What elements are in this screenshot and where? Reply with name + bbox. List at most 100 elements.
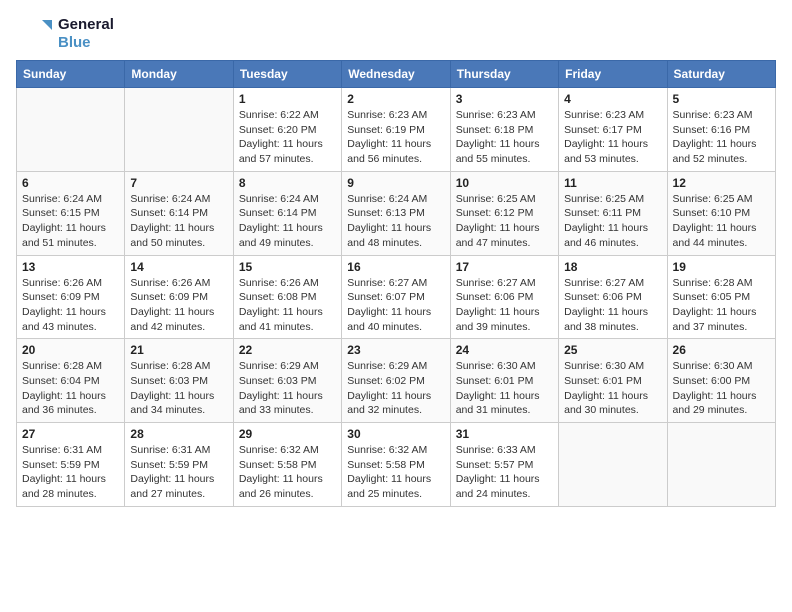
day-info: Sunrise: 6:32 AMSunset: 5:58 PMDaylight:…	[239, 443, 336, 502]
col-header-tuesday: Tuesday	[233, 61, 341, 88]
day-number: 1	[239, 92, 336, 106]
day-number: 5	[673, 92, 770, 106]
calendar-cell: 16 Sunrise: 6:27 AMSunset: 6:07 PMDayligh…	[342, 255, 450, 339]
col-header-saturday: Saturday	[667, 61, 775, 88]
day-number: 28	[130, 427, 227, 441]
day-number: 8	[239, 176, 336, 190]
day-number: 22	[239, 343, 336, 357]
day-number: 23	[347, 343, 444, 357]
day-info: Sunrise: 6:24 AMSunset: 6:14 PMDaylight:…	[130, 192, 227, 251]
day-info: Sunrise: 6:33 AMSunset: 5:57 PMDaylight:…	[456, 443, 553, 502]
day-info: Sunrise: 6:31 AMSunset: 5:59 PMDaylight:…	[22, 443, 119, 502]
calendar-cell: 13 Sunrise: 6:26 AMSunset: 6:09 PMDayligh…	[17, 255, 125, 339]
calendar-cell: 5 Sunrise: 6:23 AMSunset: 6:16 PMDaylight…	[667, 88, 775, 172]
day-number: 25	[564, 343, 661, 357]
calendar-cell: 4Sunrise: 6:23 AMSunset: 6:17 PMDaylight…	[559, 88, 667, 172]
calendar-cell	[125, 88, 233, 172]
col-header-monday: Monday	[125, 61, 233, 88]
day-number: 18	[564, 260, 661, 274]
day-info: Sunrise: 6:31 AMSunset: 5:59 PMDaylight:…	[130, 443, 227, 502]
page-header: General Blue	[16, 16, 776, 52]
calendar-cell: 11 Sunrise: 6:25 AMSunset: 6:11 PMDayligh…	[559, 171, 667, 255]
day-info: Sunrise: 6:29 AMSunset: 6:03 PMDaylight:…	[239, 359, 336, 418]
calendar-cell: 30 Sunrise: 6:32 AMSunset: 5:58 PMDayligh…	[342, 423, 450, 507]
day-info: Sunrise: 6:28 AMSunset: 6:03 PMDaylight:…	[130, 359, 227, 418]
day-number: 9	[347, 176, 444, 190]
day-number: 29	[239, 427, 336, 441]
calendar-cell: 29 Sunrise: 6:32 AMSunset: 5:58 PMDayligh…	[233, 423, 341, 507]
day-number: 10	[456, 176, 553, 190]
calendar-cell	[17, 88, 125, 172]
day-number: 24	[456, 343, 553, 357]
calendar-cell: 18 Sunrise: 6:27 AMSunset: 6:06 PMDayligh…	[559, 255, 667, 339]
day-info: Sunrise: 6:25 AMSunset: 6:11 PMDaylight:…	[564, 192, 661, 251]
logo-line1: General	[58, 16, 114, 34]
col-header-wednesday: Wednesday	[342, 61, 450, 88]
day-number: 3	[456, 92, 553, 106]
calendar-cell: 2 Sunrise: 6:23 AMSunset: 6:19 PMDaylight…	[342, 88, 450, 172]
day-info: Sunrise: 6:32 AMSunset: 5:58 PMDaylight:…	[347, 443, 444, 502]
day-info: Sunrise: 6:24 AMSunset: 6:14 PMDaylight:…	[239, 192, 336, 251]
day-number: 7	[130, 176, 227, 190]
col-header-thursday: Thursday	[450, 61, 558, 88]
calendar-cell: 21 Sunrise: 6:28 AMSunset: 6:03 PMDayligh…	[125, 339, 233, 423]
week-row: 27 Sunrise: 6:31 AMSunset: 5:59 PMDayligh…	[17, 423, 776, 507]
day-info: Sunrise: 6:23 AMSunset: 6:19 PMDaylight:…	[347, 108, 444, 167]
week-row: 20 Sunrise: 6:28 AMSunset: 6:04 PMDayligh…	[17, 339, 776, 423]
day-info: Sunrise: 6:25 AMSunset: 6:10 PMDaylight:…	[673, 192, 770, 251]
day-number: 11	[564, 176, 661, 190]
calendar-cell: 6 Sunrise: 6:24 AMSunset: 6:15 PMDaylight…	[17, 171, 125, 255]
calendar-cell: 9 Sunrise: 6:24 AMSunset: 6:13 PMDaylight…	[342, 171, 450, 255]
calendar-cell: 8 Sunrise: 6:24 AMSunset: 6:14 PMDaylight…	[233, 171, 341, 255]
calendar-cell: 19Sunrise: 6:28 AMSunset: 6:05 PMDayligh…	[667, 255, 775, 339]
day-number: 2	[347, 92, 444, 106]
logo: General Blue	[16, 16, 114, 52]
day-number: 13	[22, 260, 119, 274]
day-info: Sunrise: 6:27 AMSunset: 6:07 PMDaylight:…	[347, 276, 444, 335]
logo-svg	[16, 16, 52, 52]
day-number: 26	[673, 343, 770, 357]
day-number: 16	[347, 260, 444, 274]
calendar-cell: 28 Sunrise: 6:31 AMSunset: 5:59 PMDayligh…	[125, 423, 233, 507]
day-info: Sunrise: 6:30 AMSunset: 6:01 PMDaylight:…	[564, 359, 661, 418]
day-info: Sunrise: 6:30 AMSunset: 6:01 PMDaylight:…	[456, 359, 553, 418]
calendar-cell: 20 Sunrise: 6:28 AMSunset: 6:04 PMDayligh…	[17, 339, 125, 423]
day-info: Sunrise: 6:26 AMSunset: 6:09 PMDaylight:…	[22, 276, 119, 335]
week-row: 1 Sunrise: 6:22 AMSunset: 6:20 PMDaylight…	[17, 88, 776, 172]
calendar: SundayMondayTuesdayWednesdayThursdayFrid…	[16, 60, 776, 507]
day-info: Sunrise: 6:28 AMSunset: 6:04 PMDaylight:…	[22, 359, 119, 418]
day-info: Sunrise: 6:25 AMSunset: 6:12 PMDaylight:…	[456, 192, 553, 251]
day-info: Sunrise: 6:30 AMSunset: 6:00 PMDaylight:…	[673, 359, 770, 418]
logo-line2: Blue	[58, 34, 114, 52]
calendar-cell: 26 Sunrise: 6:30 AMSunset: 6:00 PMDayligh…	[667, 339, 775, 423]
calendar-cell	[667, 423, 775, 507]
calendar-cell: 31Sunrise: 6:33 AMSunset: 5:57 PMDayligh…	[450, 423, 558, 507]
calendar-cell: 24 Sunrise: 6:30 AMSunset: 6:01 PMDayligh…	[450, 339, 558, 423]
calendar-cell: 15Sunrise: 6:26 AMSunset: 6:08 PMDayligh…	[233, 255, 341, 339]
day-number: 20	[22, 343, 119, 357]
day-number: 12	[673, 176, 770, 190]
week-row: 13 Sunrise: 6:26 AMSunset: 6:09 PMDayligh…	[17, 255, 776, 339]
day-info: Sunrise: 6:24 AMSunset: 6:15 PMDaylight:…	[22, 192, 119, 251]
calendar-cell: 14Sunrise: 6:26 AMSunset: 6:09 PMDayligh…	[125, 255, 233, 339]
col-header-sunday: Sunday	[17, 61, 125, 88]
day-info: Sunrise: 6:27 AMSunset: 6:06 PMDaylight:…	[564, 276, 661, 335]
calendar-cell: 7 Sunrise: 6:24 AMSunset: 6:14 PMDaylight…	[125, 171, 233, 255]
day-number: 27	[22, 427, 119, 441]
day-number: 30	[347, 427, 444, 441]
calendar-cell: 27 Sunrise: 6:31 AMSunset: 5:59 PMDayligh…	[17, 423, 125, 507]
calendar-cell: 10 Sunrise: 6:25 AMSunset: 6:12 PMDayligh…	[450, 171, 558, 255]
day-info: Sunrise: 6:22 AMSunset: 6:20 PMDaylight:…	[239, 108, 336, 167]
day-info: Sunrise: 6:24 AMSunset: 6:13 PMDaylight:…	[347, 192, 444, 251]
day-number: 21	[130, 343, 227, 357]
calendar-cell: 22 Sunrise: 6:29 AMSunset: 6:03 PMDayligh…	[233, 339, 341, 423]
calendar-cell	[559, 423, 667, 507]
calendar-cell: 25 Sunrise: 6:30 AMSunset: 6:01 PMDayligh…	[559, 339, 667, 423]
day-info: Sunrise: 6:23 AMSunset: 6:18 PMDaylight:…	[456, 108, 553, 167]
week-row: 6 Sunrise: 6:24 AMSunset: 6:15 PMDaylight…	[17, 171, 776, 255]
col-header-friday: Friday	[559, 61, 667, 88]
day-number: 6	[22, 176, 119, 190]
day-info: Sunrise: 6:29 AMSunset: 6:02 PMDaylight:…	[347, 359, 444, 418]
day-number: 14	[130, 260, 227, 274]
day-info: Sunrise: 6:23 AMSunset: 6:16 PMDaylight:…	[673, 108, 770, 167]
